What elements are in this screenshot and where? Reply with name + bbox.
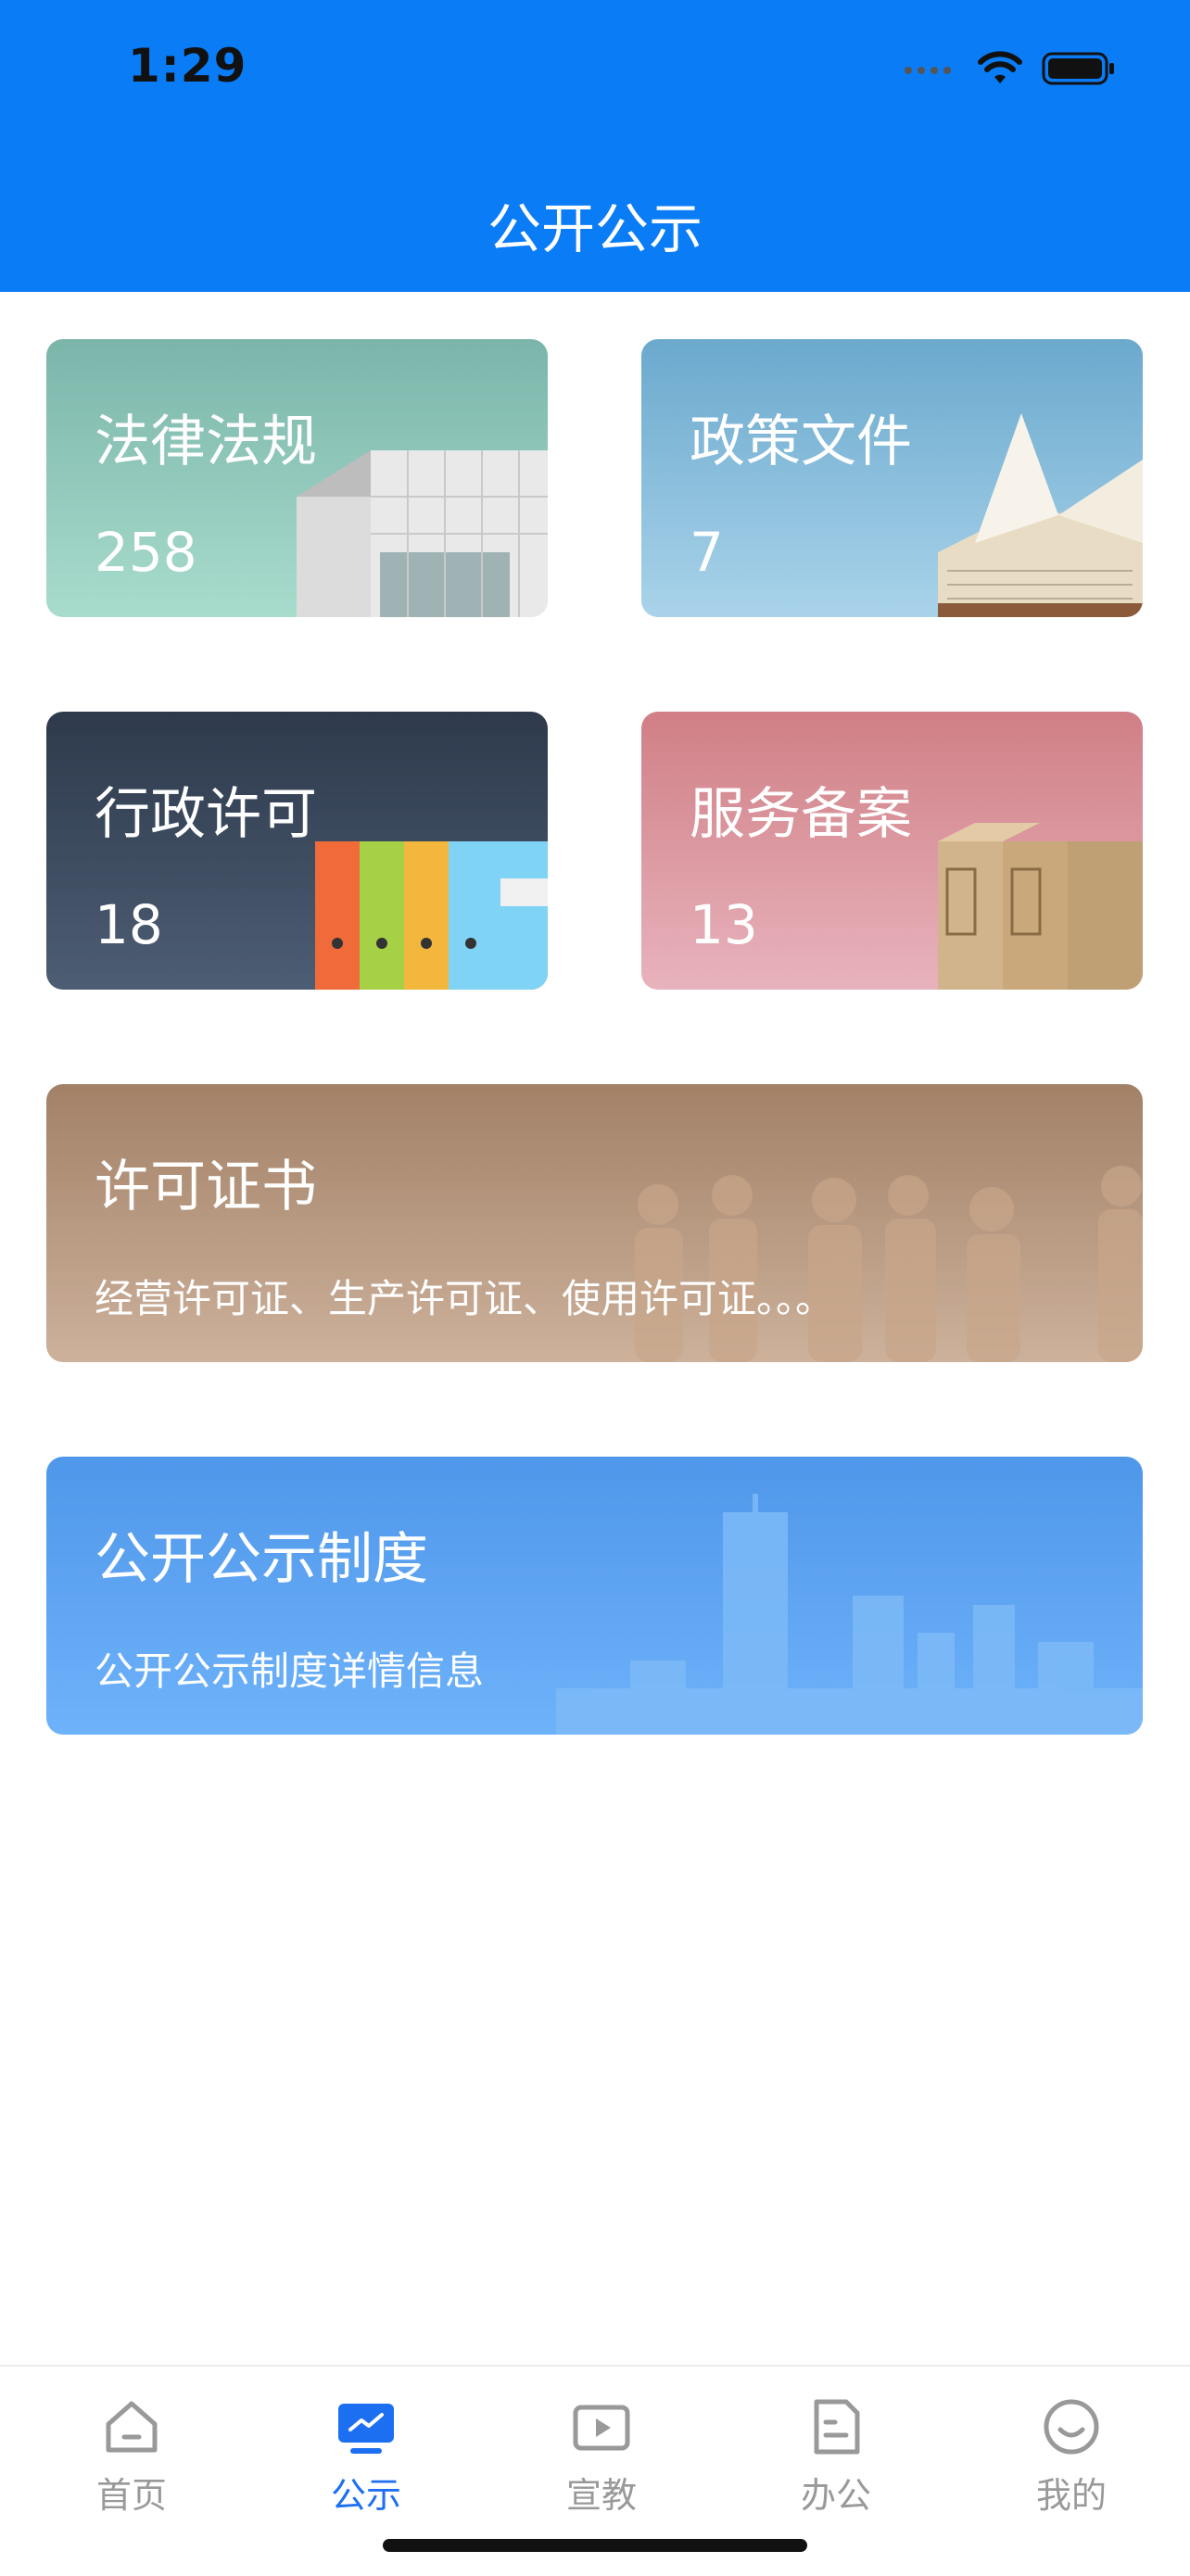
home-indicator	[383, 2539, 807, 2552]
document-icon	[814, 2399, 860, 2455]
header-bar: 1:29 公开公示	[0, 0, 1190, 292]
open-book-illustration	[938, 413, 1143, 617]
card-title: 服务备案	[690, 782, 912, 847]
card-count: 18	[95, 893, 163, 956]
wifi-icon	[978, 51, 1022, 83]
archive-boxes-illustration	[938, 823, 1143, 990]
tab-label: 公示	[330, 2475, 401, 2516]
card-title: 法律法规	[95, 410, 317, 474]
building-illustration	[297, 450, 548, 617]
tab-label: 首页	[95, 2475, 167, 2516]
card-administrative-permits[interactable]: 行政许可 18	[46, 712, 548, 990]
folders-illustration	[315, 841, 548, 990]
city-skyline-illustration	[556, 1494, 1143, 1735]
tab-label: 我的	[1035, 2475, 1107, 2516]
card-count: 13	[690, 893, 758, 956]
tab-education[interactable]: 宣教	[527, 2394, 676, 2533]
status-icons	[903, 48, 1116, 89]
card-service-filing[interactable]: 服务备案 13	[641, 712, 1143, 990]
people-silhouettes-illustration	[635, 1166, 1143, 1362]
monitor-chart-icon	[338, 2404, 394, 2454]
tab-mine[interactable]: 我的	[997, 2394, 1146, 2533]
card-title: 政策文件	[690, 410, 912, 474]
smile-icon	[1044, 2399, 1099, 2455]
battery-icon	[1042, 52, 1114, 85]
banner-description: 经营许可证、生产许可证、使用许可证。。。	[95, 1276, 835, 1321]
tab-home[interactable]: 首页	[57, 2394, 206, 2533]
banner-description: 公开公示制度详情信息	[95, 1648, 485, 1694]
card-count: 7	[690, 521, 724, 584]
page-title: 公开公示	[487, 197, 703, 260]
card-laws-regulations[interactable]: 法律法规 258	[46, 339, 548, 617]
play-video-icon	[573, 2405, 630, 2451]
card-count: 258	[95, 521, 197, 584]
signal-icon	[905, 67, 951, 74]
card-title: 行政许可	[95, 782, 317, 847]
tab-disclosure[interactable]: 公示	[292, 2394, 440, 2533]
tab-label: 办公	[800, 2475, 871, 2516]
card-policy-documents[interactable]: 政策文件 7	[641, 339, 1143, 617]
banner-title: 公开公示制度	[95, 1527, 428, 1592]
tab-label: 宣教	[565, 2475, 637, 2516]
tab-office[interactable]: 办公	[762, 2394, 910, 2533]
home-icon	[106, 2401, 158, 2453]
banner-licenses-certificates[interactable]: 许可证书 经营许可证、生产许可证、使用许可证。。。	[46, 1084, 1143, 1362]
banner-disclosure-system[interactable]: 公开公示制度 公开公示制度详情信息	[46, 1457, 1143, 1735]
status-time: 1:29	[128, 39, 247, 93]
banner-title: 许可证书	[95, 1155, 317, 1219]
